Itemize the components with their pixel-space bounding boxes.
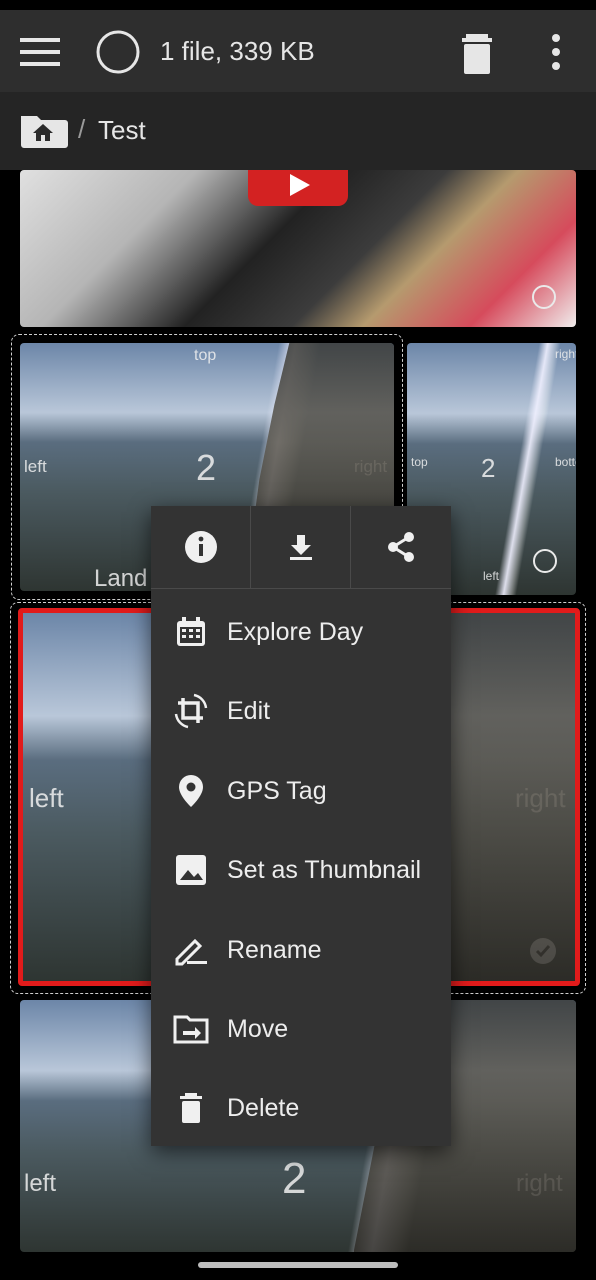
menu-item-label: GPS Tag [227, 776, 327, 805]
delete-icon [171, 1088, 211, 1128]
image-number: 2 [282, 1154, 307, 1203]
select-circle-icon[interactable] [533, 549, 557, 573]
orientation-label-left: left [24, 457, 47, 476]
orientation-label-right: right [515, 783, 566, 813]
select-all-circle-icon[interactable] [94, 28, 142, 76]
menu-item-delete[interactable]: Delete [151, 1070, 451, 1146]
menu-item-label: Rename [227, 935, 322, 964]
menu-item-label: Delete [227, 1093, 300, 1122]
orientation-label-right: right [516, 1170, 563, 1197]
image-number: 2 [196, 447, 217, 488]
info-icon[interactable] [151, 506, 251, 588]
orientation-label-left: left [24, 1170, 57, 1197]
menu-item-label: Explore Day [227, 617, 364, 646]
context-menu: Explore Day Edit GPS Tag Set as Thumbnai… [151, 506, 451, 1146]
gesture-navigation-bar[interactable] [198, 1262, 398, 1268]
pencil-icon [171, 930, 211, 970]
select-circle-icon[interactable] [532, 285, 556, 309]
image-number: 2 [481, 453, 496, 483]
checkmark-icon[interactable] [529, 937, 557, 965]
menu-item-move[interactable]: Move [151, 991, 451, 1067]
orientation-label-right: right [354, 457, 388, 476]
menu-item-explore-day[interactable]: Explore Day [151, 594, 451, 670]
hamburger-menu-icon[interactable] [14, 30, 66, 74]
photo-caption: Land [94, 565, 148, 591]
more-options-icon[interactable] [538, 28, 574, 78]
menu-item-gps-tag[interactable]: GPS Tag [151, 753, 451, 829]
menu-item-edit[interactable]: Edit [151, 673, 451, 749]
breadcrumb: / Test [0, 92, 596, 170]
app-bar: 1 file, 339 KB [0, 10, 596, 92]
quick-actions-row [151, 506, 451, 589]
orientation-label-top: top [411, 455, 428, 469]
menu-item-label: Edit [227, 696, 271, 725]
orientation-label-left: left [29, 783, 64, 813]
breadcrumb-current[interactable]: Test [98, 115, 146, 146]
orientation-label-top: top [194, 347, 217, 364]
download-icon[interactable] [251, 506, 351, 588]
menu-item-label: Set as Thumbnail [227, 855, 422, 884]
breadcrumb-separator: / [78, 114, 86, 144]
play-icon [248, 170, 348, 206]
menu-item-rename[interactable]: Rename [151, 912, 451, 988]
trash-icon[interactable] [452, 28, 502, 78]
move-to-folder-icon [171, 1009, 211, 1049]
orientation-label-bottom: bottom [555, 455, 576, 469]
home-folder-icon[interactable] [18, 110, 68, 150]
menu-item-set-as-thumbnail[interactable]: Set as Thumbnail [151, 832, 451, 908]
video-thumbnail[interactable] [20, 170, 576, 327]
image-icon [171, 850, 211, 890]
orientation-label-left: left [483, 569, 500, 583]
orientation-label-right: right [555, 347, 576, 361]
calendar-icon [171, 612, 211, 652]
selection-summary: 1 file, 339 KB [160, 36, 315, 66]
menu-item-label: Move [227, 1014, 289, 1043]
location-pin-icon [171, 771, 211, 811]
crop-rotate-icon [171, 691, 211, 731]
status-bar [0, 0, 596, 10]
share-icon[interactable] [351, 506, 451, 588]
